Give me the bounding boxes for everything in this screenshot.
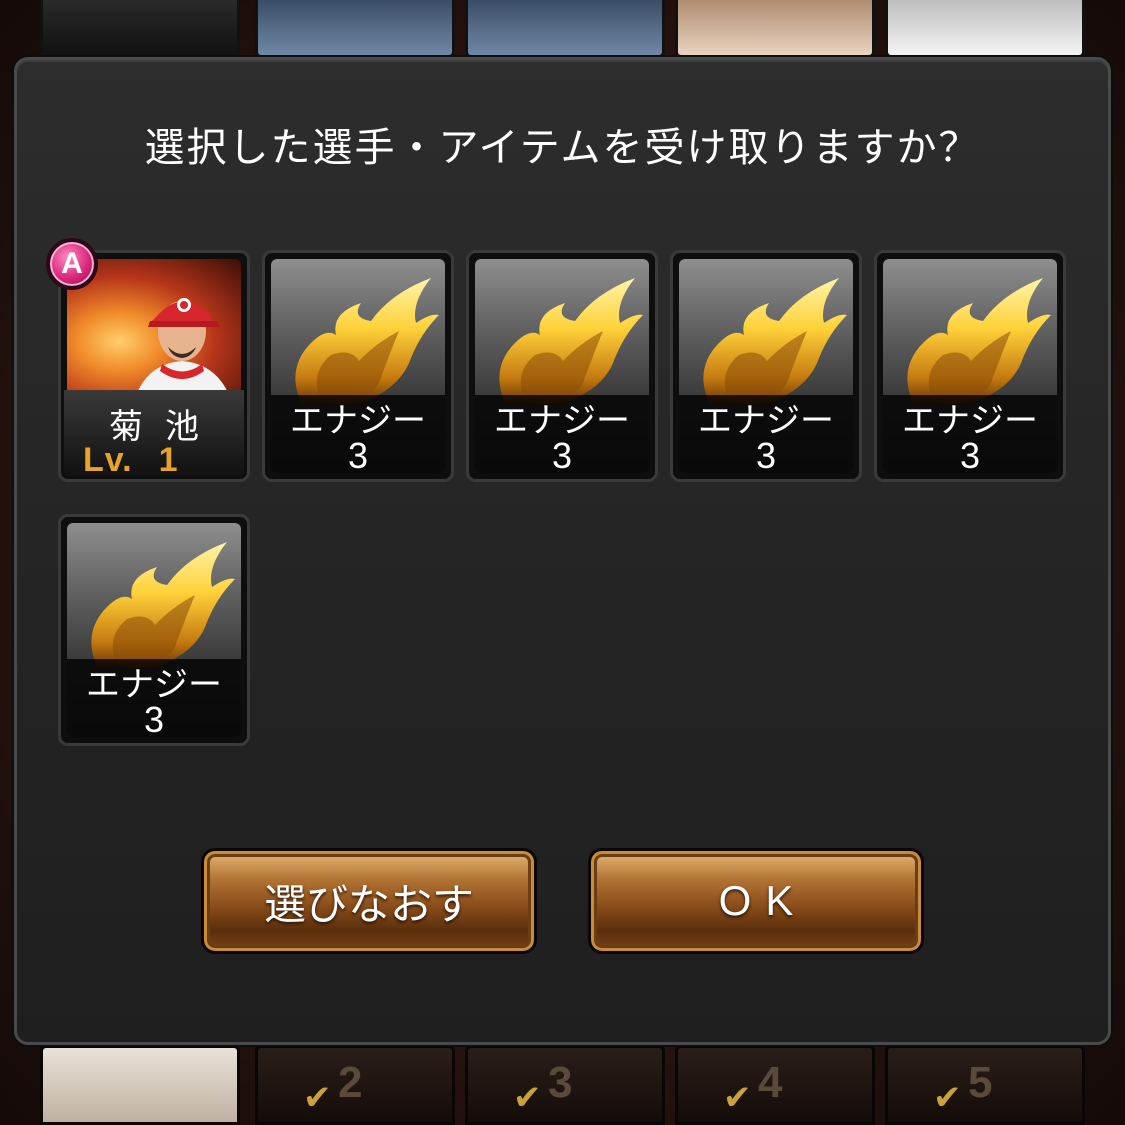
level-value: 1 (158, 441, 179, 479)
ok-button[interactable]: OK (588, 848, 924, 954)
item-count: 3 (959, 435, 981, 476)
slot-number: 2 (338, 1058, 363, 1107)
check-icon: ✔ (723, 1078, 752, 1118)
player-figure-icon (132, 298, 234, 409)
item-count: 3 (347, 435, 369, 476)
item-card-energy[interactable]: エナジー 3 (874, 250, 1066, 482)
check-icon: ✔ (303, 1078, 332, 1118)
flame-icon (91, 542, 235, 669)
item-count: 3 (551, 435, 573, 476)
player-level: Lv. 1 (83, 441, 179, 480)
item-count: 3 (143, 699, 165, 740)
item-card-energy[interactable]: エナジー 3 (262, 250, 454, 482)
bg-player-card (40, 0, 240, 58)
bg-player-card (255, 0, 455, 58)
item-card-energy[interactable]: エナジー 3 (670, 250, 862, 482)
item-card-energy[interactable]: エナジー 3 (58, 514, 250, 746)
check-icon: ✔ (513, 1078, 542, 1118)
slot-number: 5 (968, 1058, 993, 1107)
bg-empty-slot: ✔ 3 (465, 1045, 665, 1125)
bg-empty-slot: ✔ 4 (675, 1045, 875, 1125)
bg-empty-slot: ✔ 2 (255, 1045, 455, 1125)
rank-badge: A (46, 238, 98, 290)
slot-number: 4 (758, 1058, 783, 1107)
item-card-energy[interactable]: エナジー 3 (466, 250, 658, 482)
bg-empty-slot: ✔ 5 (885, 1045, 1085, 1125)
level-label: Lv. (83, 441, 133, 479)
check-icon: ✔ (933, 1078, 962, 1118)
bg-player-card (885, 0, 1085, 58)
bg-player-slot (40, 1045, 240, 1125)
flame-icon (295, 278, 439, 405)
dialog-title: 選択した選手・アイテムを受け取りますか？ (144, 125, 981, 171)
bg-player-card (675, 0, 875, 58)
flame-icon (499, 278, 643, 405)
flame-icon (703, 278, 847, 405)
player-photo (67, 259, 241, 409)
flame-icon (907, 278, 1051, 405)
slot-number: 3 (548, 1058, 573, 1107)
item-count: 3 (755, 435, 777, 476)
reselect-button[interactable]: 選びなおす (201, 848, 537, 954)
bg-player-card (465, 0, 665, 58)
